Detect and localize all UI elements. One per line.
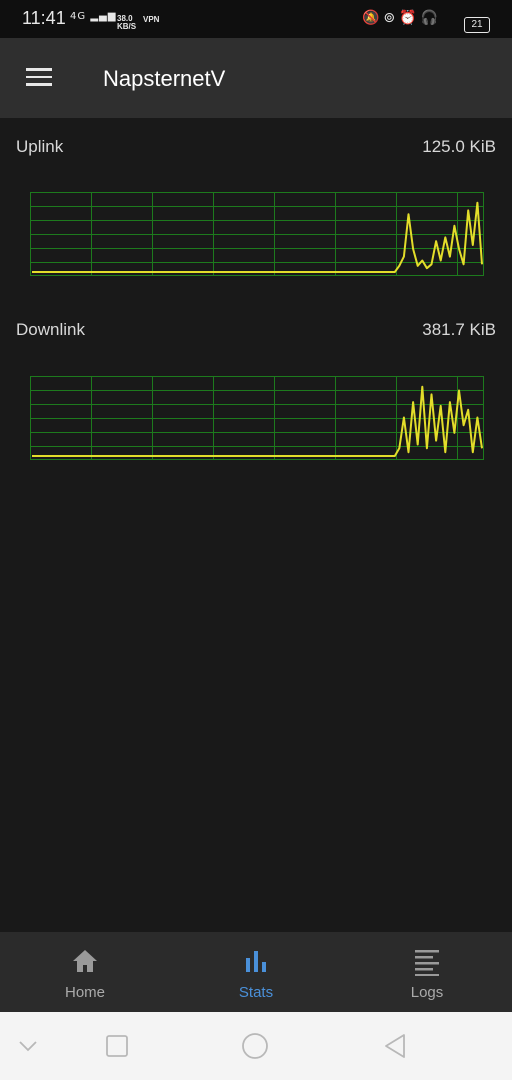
uplink-traffic-line <box>32 201 483 273</box>
downlink-traffic-line <box>32 385 483 457</box>
alarm-icon: ⏰ <box>399 10 421 26</box>
recents-icon[interactable] <box>105 1034 129 1058</box>
uplink-chart <box>30 192 484 276</box>
status-bar: 11:41 4G ▂▄▆ 38.0 KB/S VPN 🔕⊚⏰🎧 21 <box>0 0 512 38</box>
network-speed: 38.0 KB/S <box>117 15 136 31</box>
vpn-label: VPN <box>143 15 160 24</box>
nav-home-label: Home <box>64 984 105 1001</box>
uplink-row: Uplink 125.0 KiB <box>16 137 496 161</box>
status-time: 11:41 <box>22 8 66 28</box>
downlink-chart <box>30 376 484 460</box>
downlink-label: Downlink <box>16 320 85 339</box>
app-title: NapsternetV <box>103 66 226 91</box>
headphones-icon: 🎧 <box>420 10 442 26</box>
nav-stats-label: Stats <box>238 984 274 1001</box>
speed-unit: KB/S <box>117 22 137 31</box>
battery-icon: 21 <box>464 17 490 33</box>
back-icon[interactable] <box>382 1033 408 1059</box>
logs-icon <box>415 950 439 976</box>
battery-level: 21 <box>471 19 483 30</box>
nav-logs-label: Logs <box>410 984 444 1001</box>
chevron-down-icon[interactable] <box>18 1040 38 1052</box>
uplink-value: 125.0 KiB <box>422 137 496 156</box>
lock-rotation-icon: ⊚ <box>383 10 400 26</box>
hamburger-menu-icon[interactable] <box>26 68 54 88</box>
signal-icon: ▂▄▆ <box>90 11 117 22</box>
home-icon <box>73 950 97 972</box>
downlink-value: 381.7 KiB <box>422 320 496 339</box>
mute-bell-icon: 🔕 <box>361 10 384 26</box>
downlink-row: Downlink 381.7 KiB <box>16 320 496 344</box>
status-icons: 🔕⊚⏰🎧 <box>362 10 442 26</box>
system-navigation-bar <box>0 1012 512 1080</box>
uplink-label: Uplink <box>16 137 64 156</box>
home-circle-icon[interactable] <box>241 1032 269 1060</box>
nav-home[interactable]: Home <box>0 932 170 1012</box>
bottom-navigation: Home Stats Logs <box>0 932 512 1012</box>
vpn-key-icon: VPN <box>143 15 159 24</box>
network-type: 4G <box>70 11 87 22</box>
nav-stats[interactable]: Stats <box>171 932 341 1012</box>
nav-logs[interactable]: Logs <box>342 932 512 1012</box>
stats-icon <box>246 951 266 972</box>
app-bar: NapsternetV <box>0 38 512 118</box>
network-indicator: 4G ▂▄▆ <box>70 11 116 22</box>
